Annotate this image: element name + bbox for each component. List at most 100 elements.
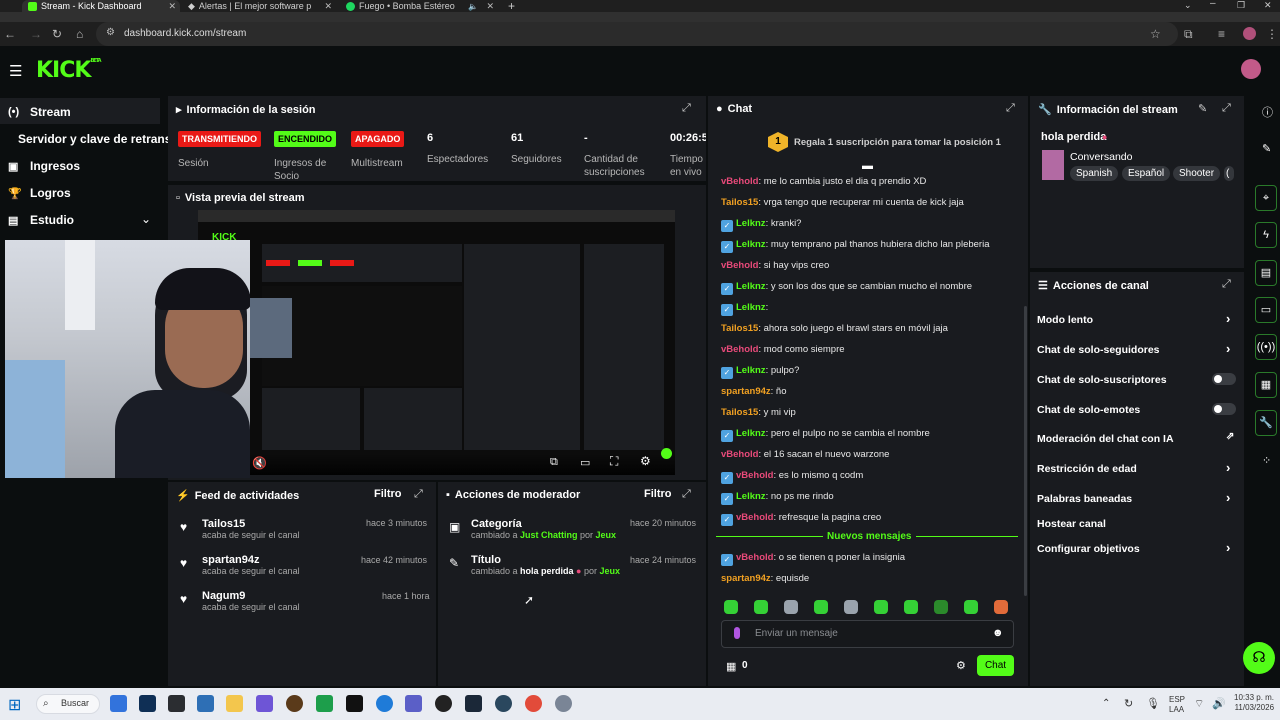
send-chat-button[interactable]: Chat	[977, 655, 1014, 676]
chat-username[interactable]: Lelknz	[736, 428, 766, 439]
edge-icon[interactable]	[376, 695, 393, 712]
pinned-bar-icon[interactable]: ▬	[862, 160, 873, 172]
reload-icon[interactable]: ↻	[52, 27, 62, 41]
toggle-subscribers-only[interactable]	[1212, 373, 1236, 385]
back-icon[interactable]: ←	[4, 27, 16, 41]
close-icon[interactable]: ✕	[324, 1, 332, 12]
chat-username[interactable]: Tailos15	[721, 323, 758, 334]
rail-button-broadcast[interactable]: ((•))	[1255, 334, 1277, 360]
settings-gear-icon[interactable]: ⚙	[640, 454, 651, 468]
chat-username[interactable]: Lelknz	[736, 302, 766, 313]
chat-username[interactable]: vBehold	[721, 449, 758, 460]
tab-kick-dashboard[interactable]: Stream - Kick Dashboard ✕	[22, 0, 180, 12]
rail-button-doc[interactable]: ▤	[1255, 260, 1277, 286]
home-icon[interactable]: ⌂	[76, 27, 83, 41]
emote-icon[interactable]	[904, 600, 918, 614]
microphone-icon[interactable]: 🎙	[1146, 697, 1160, 710]
emote-icon[interactable]	[964, 600, 978, 614]
rail-button-focus[interactable]: ⌖	[1255, 185, 1277, 211]
action-followers-only[interactable]: Chat de solo-seguidores	[1037, 344, 1160, 356]
site-info-icon[interactable]: ⚙	[106, 27, 115, 38]
chevron-right-icon[interactable]: ›	[1226, 490, 1230, 505]
wifi-icon[interactable]: ⌔	[1194, 697, 1204, 711]
expand-icon[interactable]: ⤢	[1222, 102, 1231, 115]
category-name[interactable]: Conversando	[1070, 151, 1132, 163]
action-slow-mode[interactable]: Modo lento	[1037, 314, 1093, 326]
support-headset-button[interactable]: ☊	[1243, 642, 1275, 674]
chat-username[interactable]: Tailos15	[721, 407, 758, 418]
action-banned-words[interactable]: Palabras baneadas	[1037, 493, 1132, 505]
hamburger-menu-icon[interactable]: ☰	[9, 62, 22, 80]
pencil-icon[interactable]: ✎	[1262, 142, 1271, 155]
teams-icon[interactable]	[405, 695, 422, 712]
mod-action-user[interactable]: Jeux	[596, 530, 617, 540]
chat-username[interactable]: spartan94z	[721, 573, 771, 584]
profile-avatar[interactable]	[1243, 27, 1256, 40]
language-indicator[interactable]: ESP LAA	[1169, 695, 1185, 715]
mod-action-user[interactable]: Jeux	[600, 566, 621, 576]
sidebar-item-server-key[interactable]: Servidor y clave de retransm	[18, 132, 182, 146]
action-configure-goals[interactable]: Configurar objetivos	[1037, 543, 1140, 555]
tray-chevron-icon[interactable]: ⌃	[1102, 698, 1110, 709]
maximize-icon[interactable]: ❐	[1237, 0, 1245, 11]
emote-icon[interactable]	[814, 600, 828, 614]
chat-username[interactable]: vBehold	[721, 344, 758, 355]
action-ai-moderation[interactable]: Moderación del chat con IA	[1037, 433, 1174, 445]
rail-button-lightning[interactable]: ϟ	[1255, 222, 1277, 248]
theater-icon[interactable]: ▭	[580, 456, 590, 469]
tab-search-icon[interactable]: ⌄	[1184, 0, 1192, 11]
menu-dots-icon[interactable]: ⋮	[1266, 27, 1278, 41]
chat-settings-gear-icon[interactable]: ⚙	[956, 659, 966, 672]
chat-username[interactable]: vBehold	[736, 512, 773, 523]
taskbar-app-icon[interactable]	[286, 695, 303, 712]
action-emotes-only[interactable]: Chat de solo-emotes	[1037, 404, 1140, 416]
url-field[interactable]	[96, 22, 1178, 46]
minimize-icon[interactable]: –	[1210, 0, 1216, 9]
store-icon[interactable]: ▦	[726, 660, 736, 673]
expand-icon[interactable]: ⤢	[682, 102, 691, 115]
chevron-down-icon[interactable]: ⌄	[141, 212, 151, 226]
chat-username[interactable]: vBehold	[736, 470, 773, 481]
window-close-icon[interactable]: ✕	[1264, 0, 1272, 11]
tab-alertas[interactable]: ◆ Alertas | El mejor software para ✕	[184, 0, 336, 12]
chat-scrollbar[interactable]	[1024, 306, 1027, 596]
sidebar-item-estudio[interactable]: ▤ Estudio	[8, 213, 74, 227]
speaker-icon[interactable]: 🔈	[468, 2, 478, 11]
expand-icon[interactable]: ⤢	[682, 488, 691, 501]
windows-start-icon[interactable]: ⊞	[8, 695, 21, 715]
info-circle-icon[interactable]: ⓘ	[1262, 104, 1273, 120]
chrome-icon[interactable]	[525, 695, 542, 712]
edit-pencil-icon[interactable]: ✎	[1198, 102, 1207, 115]
tray-app-icon[interactable]: ↻	[1124, 697, 1133, 710]
chat-username[interactable]: Lelknz	[736, 218, 766, 229]
rail-button-tools[interactable]: 🔧	[1255, 410, 1277, 436]
chevron-right-icon[interactable]: ›	[1226, 460, 1230, 475]
chat-username[interactable]: vBehold	[721, 176, 758, 187]
toggle-emotes-only[interactable]	[1212, 403, 1236, 415]
action-host-channel[interactable]: Hostear canal	[1037, 518, 1106, 530]
settings-icon[interactable]	[555, 695, 572, 712]
chat-username[interactable]: Tailos15	[721, 197, 758, 208]
expand-icon[interactable]: ⤢	[1006, 102, 1015, 115]
emoji-picker-icon[interactable]: ☻	[992, 627, 1004, 639]
sidebar-item-stream[interactable]: (•) Stream	[8, 105, 71, 119]
sidebar-item-logros[interactable]: 🏆 Logros	[8, 186, 71, 200]
extensions-icon[interactable]: ⧉	[1184, 27, 1193, 42]
rail-button-chat[interactable]: ▭	[1255, 297, 1277, 323]
file-explorer-icon[interactable]	[226, 695, 243, 712]
playlist-icon[interactable]: ≡	[1218, 27, 1225, 41]
emote-icon[interactable]	[754, 600, 768, 614]
clock[interactable]: 10:33 p. m. 11/03/2026	[1234, 693, 1274, 713]
emote-icon[interactable]	[934, 600, 948, 614]
expand-icon[interactable]: ⤢	[414, 488, 423, 501]
emote-icon[interactable]	[724, 600, 738, 614]
taskbar-app-icon[interactable]	[316, 695, 333, 712]
emote-icon[interactable]	[874, 600, 888, 614]
pip-icon[interactable]: ⧉	[550, 456, 558, 469]
dots-grid-icon[interactable]: ⁘	[1262, 454, 1271, 467]
mute-icon[interactable]: 🔇	[252, 456, 267, 470]
chat-username[interactable]: vBehold	[721, 260, 758, 271]
chevron-right-icon[interactable]: ›	[1226, 540, 1230, 555]
chat-username[interactable]: vBehold	[736, 552, 773, 563]
chat-username[interactable]: Lelknz	[736, 281, 766, 292]
